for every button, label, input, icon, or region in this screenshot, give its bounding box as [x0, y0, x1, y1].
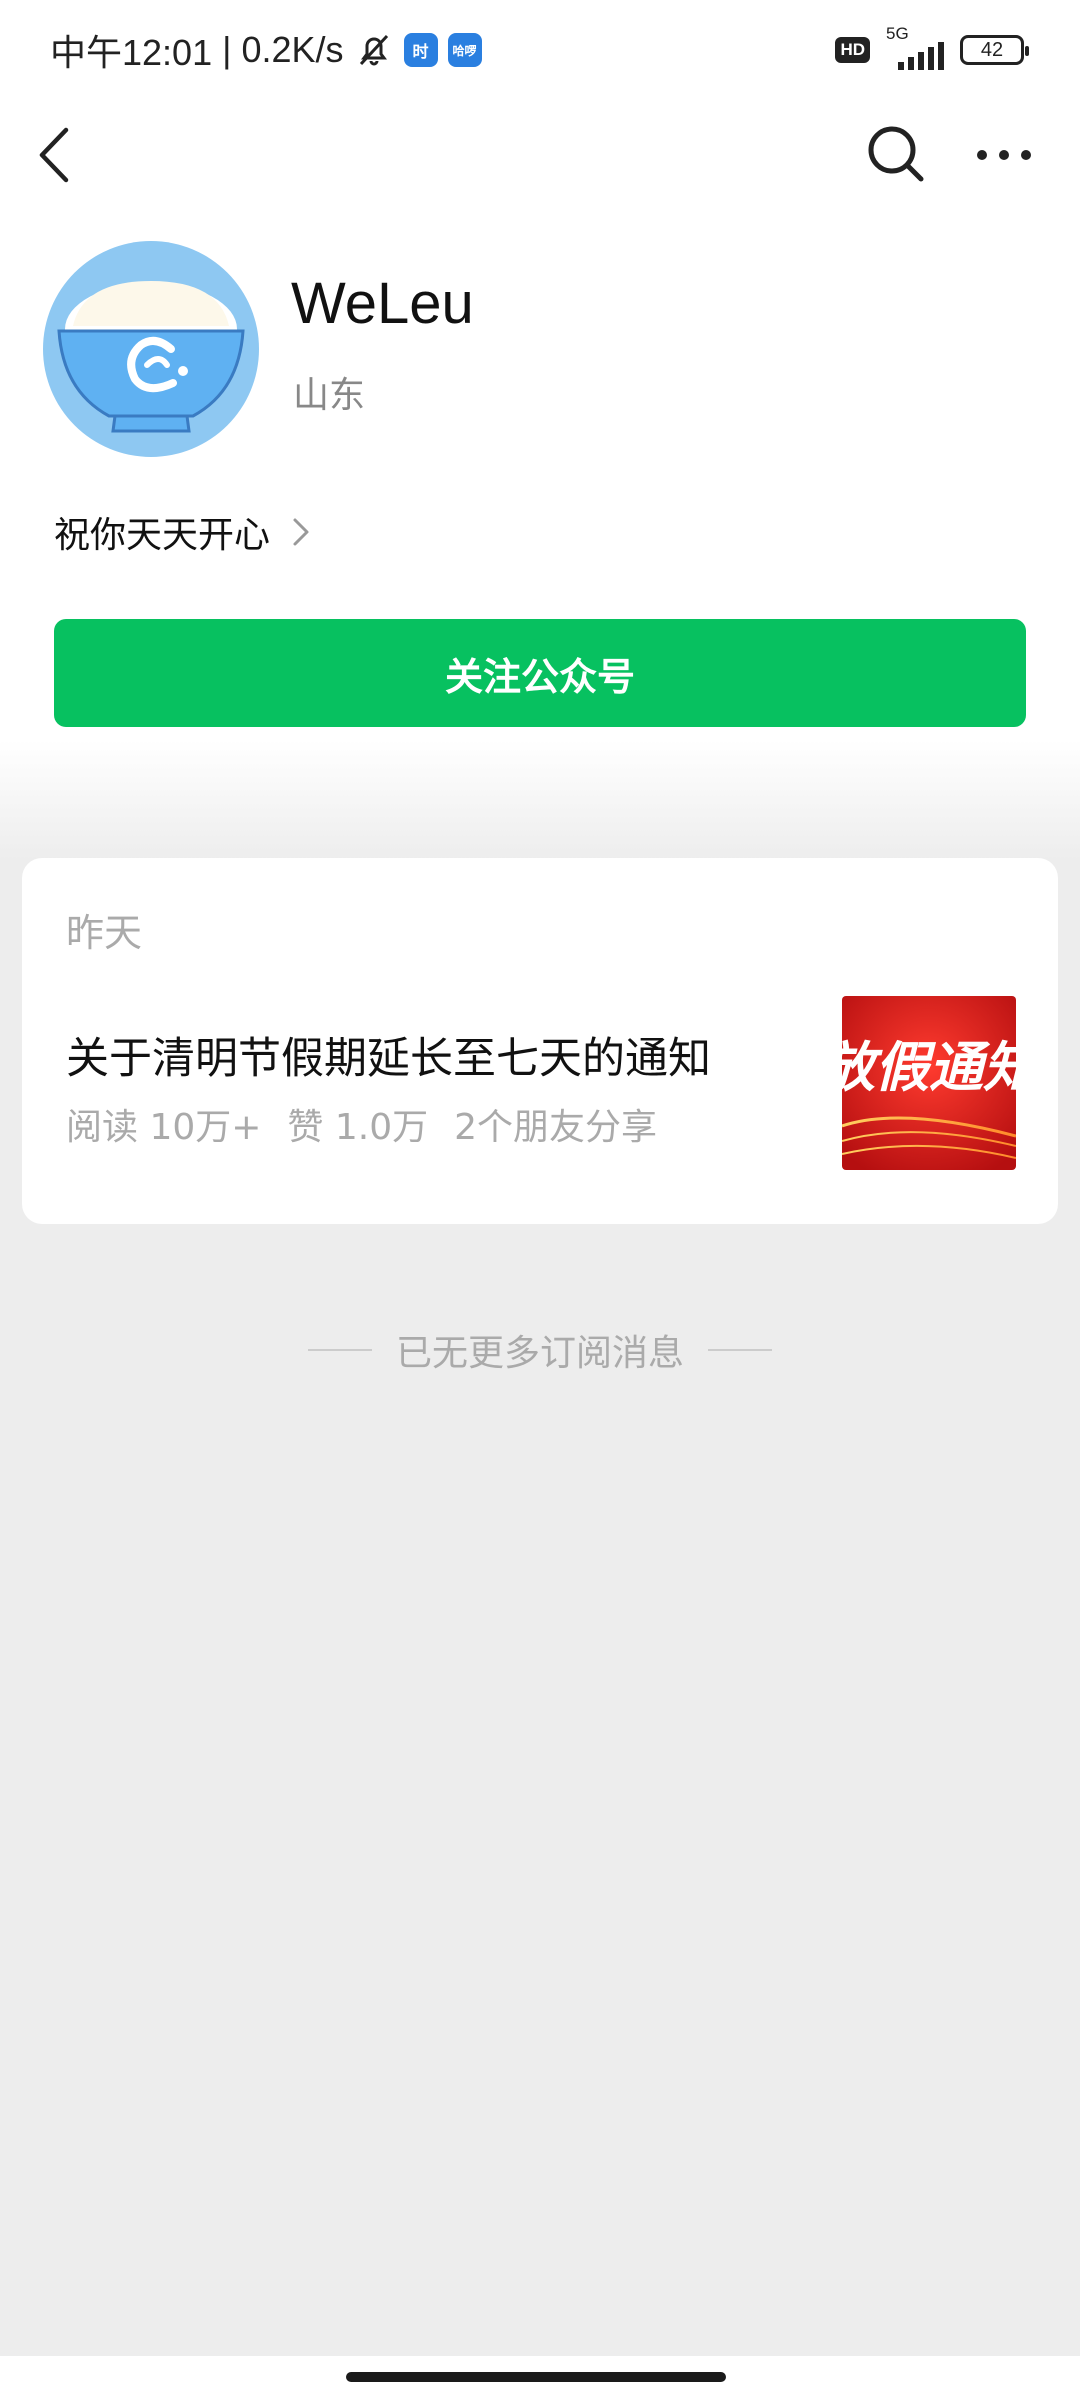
divider-line — [307, 1349, 372, 1351]
avatar[interactable] — [43, 241, 259, 457]
battery-level: 42 — [980, 38, 1004, 61]
network-type: 5G — [886, 24, 909, 43]
signal-icon: 5G — [884, 24, 946, 70]
article-reads: 阅读 10万+ — [66, 1107, 262, 1148]
hd-badge: HD — [835, 37, 870, 63]
article-card[interactable]: 昨天 关于清明节假期延长至七天的通知 阅读 10万+ 赞 1.0万 2个朋友分享… — [22, 858, 1058, 1224]
status-right: HD 5G 42 — [835, 24, 1029, 74]
account-name: WeLeu — [291, 271, 474, 336]
status-network-speed: | 0.2K/s — [222, 29, 344, 70]
search-icon[interactable] — [864, 122, 928, 186]
back-arrow-icon[interactable] — [30, 120, 80, 190]
article-title[interactable]: 关于清明节假期延长至七天的通知 — [66, 1024, 711, 1086]
mute-bell-icon — [359, 34, 388, 66]
article-likes: 赞 1.0万 — [287, 1107, 429, 1148]
status-time: 中午12:01 — [50, 32, 213, 73]
account-region: 山东 — [293, 375, 366, 416]
end-message: 已无更多订阅消息 — [395, 1333, 684, 1374]
end-of-feed: 已无更多订阅消息 — [0, 1320, 1080, 1380]
status-left: 中午12:01 | 0.2K/s 时 哈啰 — [50, 22, 482, 78]
article-date: 昨天 — [66, 911, 143, 955]
status-bar: 中午12:01 | 0.2K/s 时 哈啰 HD 5G 42 — [0, 0, 1080, 100]
article-meta: 阅读 10万+ 赞 1.0万 2个朋友分享 — [66, 1098, 657, 1150]
account-signature: 祝你天天开心 — [54, 515, 271, 556]
article-thumbnail[interactable]: 放假通知 — [842, 996, 1016, 1170]
article-shares: 2个朋友分享 — [454, 1107, 658, 1148]
more-icon[interactable] — [972, 130, 1036, 180]
account-signature-row[interactable]: 祝你天天开心 — [54, 506, 312, 558]
chevron-right-icon — [293, 518, 309, 546]
app-notification-icon: 时 — [403, 33, 438, 67]
follow-button[interactable]: 关注公众号 — [54, 619, 1026, 727]
battery-icon: 42 — [960, 35, 1029, 65]
thumbnail-text: 放假通知 — [842, 1036, 1016, 1099]
home-indicator[interactable] — [346, 2372, 726, 2382]
divider-line — [708, 1349, 772, 1351]
app-notification-icon: 哈啰 — [447, 33, 482, 67]
